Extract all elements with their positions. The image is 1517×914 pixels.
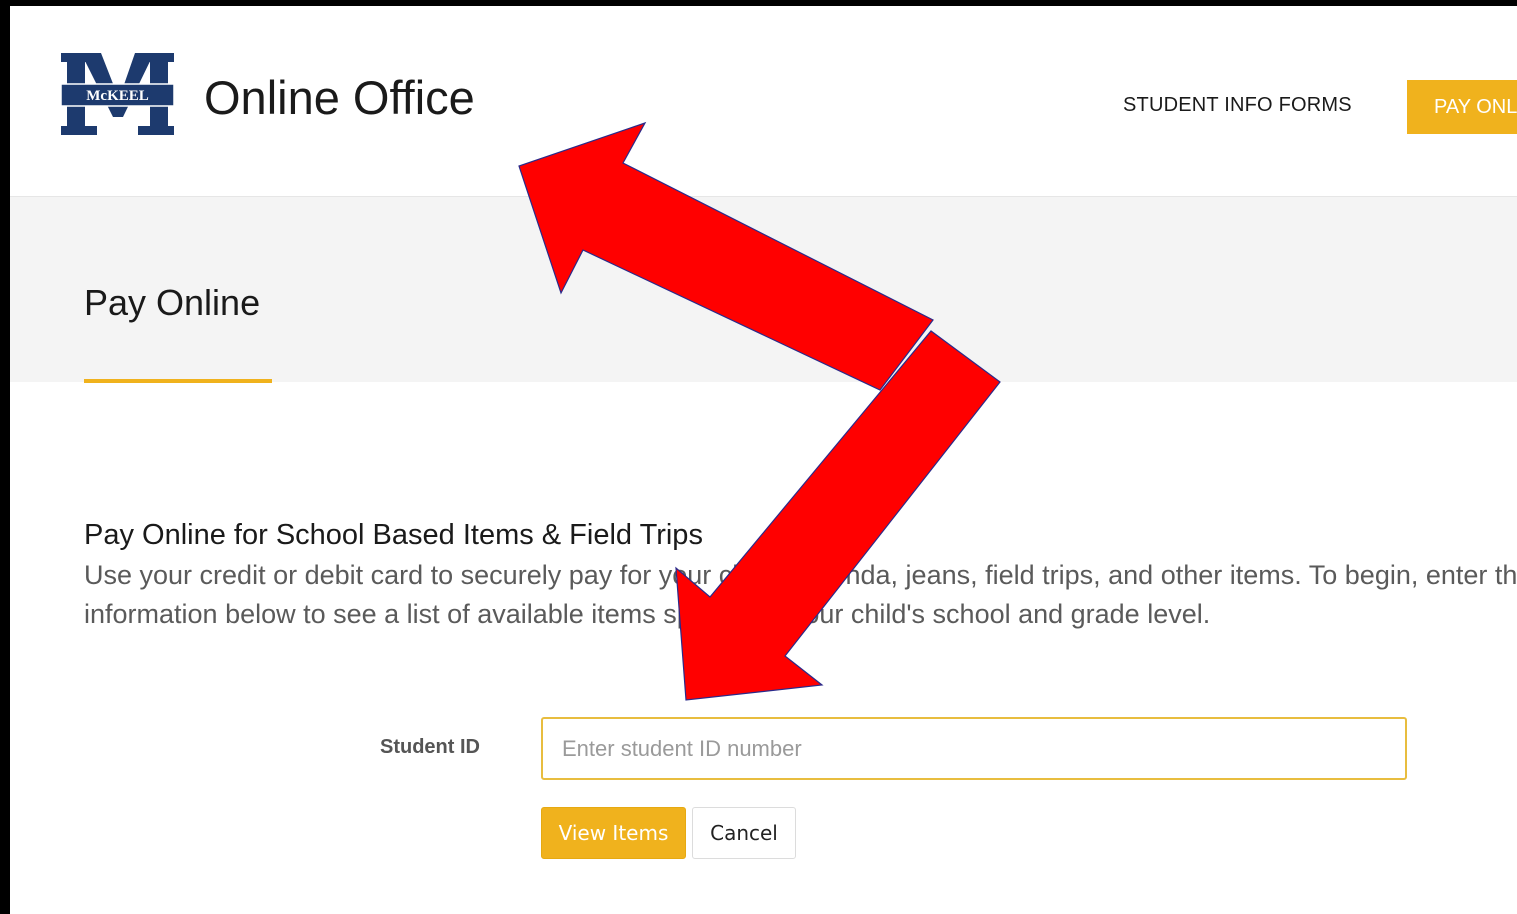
- nav-pay-online-button[interactable]: PAY ONLINE: [1407, 80, 1517, 134]
- view-items-button[interactable]: View Items: [541, 807, 686, 859]
- nav-student-info-forms[interactable]: STUDENT INFO FORMS: [1123, 94, 1352, 117]
- site-header: McKEEL Online Office STUDENT INFO FORMS …: [10, 6, 1517, 197]
- student-id-input[interactable]: [541, 717, 1407, 780]
- page-banner: Pay Online: [10, 197, 1517, 383]
- section-heading: Pay Online for School Based Items & Fiel…: [84, 519, 703, 551]
- mckeel-logo[interactable]: McKEEL: [61, 53, 174, 135]
- cancel-button[interactable]: Cancel: [692, 807, 796, 859]
- title-underline: [84, 379, 272, 383]
- student-id-label: Student ID: [380, 736, 480, 758]
- page-title: Pay Online: [84, 282, 261, 323]
- site-title: Online Office: [204, 71, 475, 124]
- svg-text:McKEEL: McKEEL: [86, 88, 149, 104]
- page: McKEEL Online Office STUDENT INFO FORMS …: [10, 6, 1517, 914]
- section-description: Use your credit or debit card to securel…: [84, 560, 1517, 629]
